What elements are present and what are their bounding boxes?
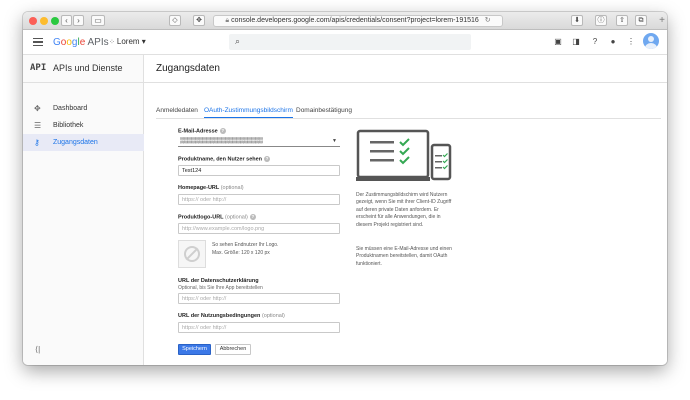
cloud-shell-icon[interactable]: ◨ xyxy=(571,37,581,47)
sidebar-toggle-icon[interactable]: ▭ xyxy=(91,15,105,26)
cancel-button[interactable]: Abbrechen xyxy=(215,344,251,355)
homepage-label: Homepage-URL (optional) xyxy=(178,185,244,191)
google-apis-logo[interactable]: Google APIs xyxy=(53,37,109,48)
sidebar-item-zugangsdaten[interactable]: ⚷ Zugangsdaten xyxy=(23,134,144,151)
reload-icon[interactable]: ↻ xyxy=(485,17,491,24)
sidebar-item-label: Zugangsdaten xyxy=(53,139,98,146)
shield-icon[interactable]: ◇ xyxy=(169,15,181,26)
dashboard-icon: ✥ xyxy=(34,104,41,113)
key-icon: ⚷ xyxy=(34,138,40,147)
logo-preview xyxy=(178,240,206,268)
extension-icon[interactable]: ✥ xyxy=(193,15,205,26)
main-content: Zugangsdaten Anmeldedaten OAuth-Zustimmu… xyxy=(144,55,667,365)
terms-url-label: URL der Nutzungsbedingungen (optional) xyxy=(178,313,285,319)
address-bar[interactable]: 🔒︎ console.developers.google.com/apis/cre… xyxy=(213,15,503,27)
logo-size-hint: Max. Größe: 120 x 120 px xyxy=(212,250,270,256)
info-icon[interactable]: ⓘ xyxy=(595,15,607,26)
sidebar-item-label: Bibliothek xyxy=(53,122,84,129)
sidebar-header: API APIs und Dienste xyxy=(23,55,144,83)
api-logo: API xyxy=(30,63,47,73)
email-select[interactable]: ▒▒▒▒▒▒▒▒▒▒▒▒▒▒▒▒▒▒▒▒▒▒ ▼ xyxy=(178,137,340,147)
forward-icon[interactable]: › xyxy=(73,15,84,26)
download-icon[interactable]: ⬇ xyxy=(571,15,583,26)
lock-icon: 🔒︎ xyxy=(225,17,230,24)
product-name-label: Produktname, den Nutzer sehen? xyxy=(178,156,271,163)
terms-url-input[interactable] xyxy=(178,322,340,333)
browser-toolbar: ‹ › ▭ ◇ ✥ 🔒︎ console.developers.google.co… xyxy=(23,12,667,30)
tab-anmeldedaten[interactable]: Anmeldedaten xyxy=(156,107,198,115)
page-header: Zugangsdaten xyxy=(144,55,667,83)
search-icon: ⌕ xyxy=(235,36,241,46)
sidebar-item-label: Dashboard xyxy=(53,105,88,112)
project-icon: ⁘ xyxy=(109,39,115,46)
app-header: Google APIs ⁘ Lorem ▾ ⌕ ▣ ◨ ? ● ⋮ xyxy=(23,30,667,55)
tab-oauth-consent[interactable]: OAuth-Zustimmungsbildschirm xyxy=(204,107,293,118)
help-icon[interactable]: ? xyxy=(219,128,226,134)
gift-icon[interactable]: ▣ xyxy=(553,37,563,47)
privacy-url-label: URL der Datenschutzerklärung xyxy=(178,278,259,284)
notifications-icon[interactable]: ● xyxy=(608,37,618,47)
back-icon[interactable]: ‹ xyxy=(61,15,72,26)
email-label: E-Mail-Adresse? xyxy=(178,128,226,135)
tab-domain-verification[interactable]: Domainbestätigung xyxy=(296,107,352,115)
url-text: console.developers.google.com/apis/crede… xyxy=(231,17,479,24)
help-icon[interactable]: ? xyxy=(249,214,256,220)
sidebar-item-bibliothek[interactable]: ☰ Bibliothek xyxy=(23,117,144,134)
avatar[interactable] xyxy=(643,33,659,49)
caret-down-icon: ▼ xyxy=(332,138,337,144)
logo-url-label: Produktlogo-URL (optional)? xyxy=(178,214,256,221)
share-icon[interactable]: ⇧ xyxy=(616,15,628,26)
menu-icon[interactable] xyxy=(33,38,43,46)
zoom-window-button[interactable] xyxy=(51,17,59,25)
browser-window: ‹ › ▭ ◇ ✥ 🔒︎ console.developers.google.co… xyxy=(23,12,667,365)
collapse-icon[interactable]: ⟨| xyxy=(35,345,40,354)
tab-divider xyxy=(156,118,661,119)
homepage-url-input[interactable] xyxy=(178,194,340,205)
help-icon[interactable]: ? xyxy=(264,156,271,162)
page-title: Zugangsdaten xyxy=(156,63,220,74)
privacy-url-sub: Optional, bis Sie Ihre App bereitstellen xyxy=(178,285,263,291)
consent-info-text: Der Zustimmungsbildschirm wird Nutzern g… xyxy=(356,192,452,228)
sidebar: API APIs und Dienste ✥ Dashboard ☰ Bibli… xyxy=(23,55,144,365)
chevron-down-icon: ▾ xyxy=(141,37,146,46)
desktop-background: ‹ › ▭ ◇ ✥ 🔒︎ console.developers.google.co… xyxy=(0,0,690,400)
close-window-button[interactable] xyxy=(29,17,37,25)
logo-url-input[interactable] xyxy=(178,223,340,234)
sidebar-item-dashboard[interactable]: ✥ Dashboard xyxy=(23,100,144,117)
no-image-icon xyxy=(184,246,200,262)
more-vert-icon[interactable]: ⋮ xyxy=(626,37,636,47)
minimize-window-button[interactable] xyxy=(40,17,48,25)
tabs-icon[interactable]: ⧉ xyxy=(635,15,647,26)
help-icon[interactable]: ? xyxy=(590,37,600,47)
consent-requirements-text: Sie müssen eine E-Mail-Adresse und einen… xyxy=(356,246,452,267)
new-tab-button[interactable]: + xyxy=(659,15,665,26)
project-selector[interactable]: ⁘ Lorem ▾ xyxy=(109,37,146,46)
consent-illustration xyxy=(356,129,452,181)
product-name-input[interactable] xyxy=(178,165,340,176)
search-input[interactable]: ⌕ xyxy=(229,34,471,50)
logo-preview-hint: So sehen Endnutzer Ihr Logo. xyxy=(212,242,279,248)
library-icon: ☰ xyxy=(34,121,42,130)
privacy-url-input[interactable] xyxy=(178,293,340,304)
sidebar-title: APIs und Dienste xyxy=(53,63,123,73)
save-button[interactable]: Speichern xyxy=(178,344,211,355)
